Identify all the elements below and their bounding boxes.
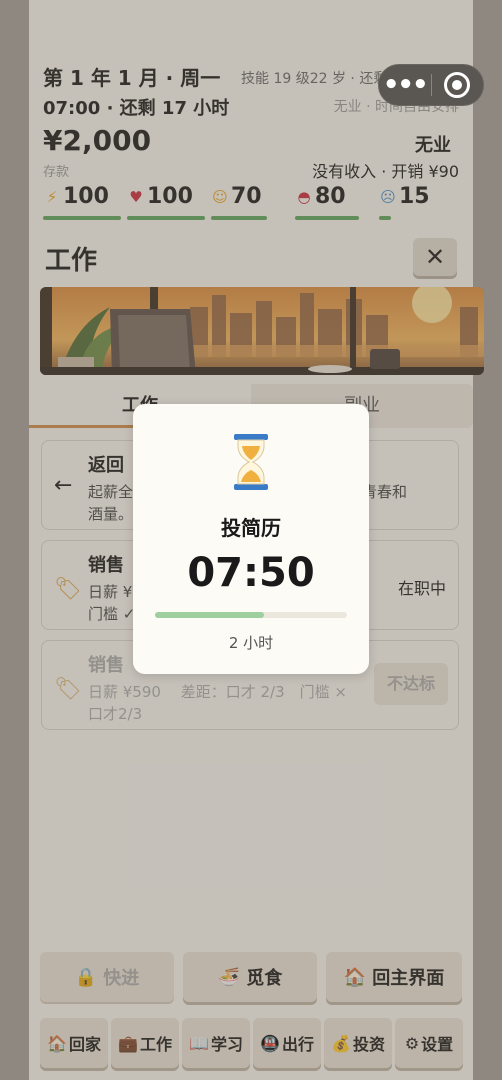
modal-progress-track — [155, 612, 347, 618]
modal-progress-fill — [155, 612, 265, 618]
progress-modal: 投简历 07:50 2 小时 — [133, 404, 369, 674]
modal-title: 投简历 — [221, 516, 281, 540]
modal-clock: 07:50 — [187, 550, 315, 596]
more-icon[interactable]: ••• — [379, 64, 431, 106]
miniprogram-capsule: ••• — [378, 64, 484, 106]
hourglass-icon — [234, 434, 268, 490]
modal-duration: 2 小时 — [228, 634, 274, 652]
exit-target-icon[interactable] — [431, 72, 483, 98]
